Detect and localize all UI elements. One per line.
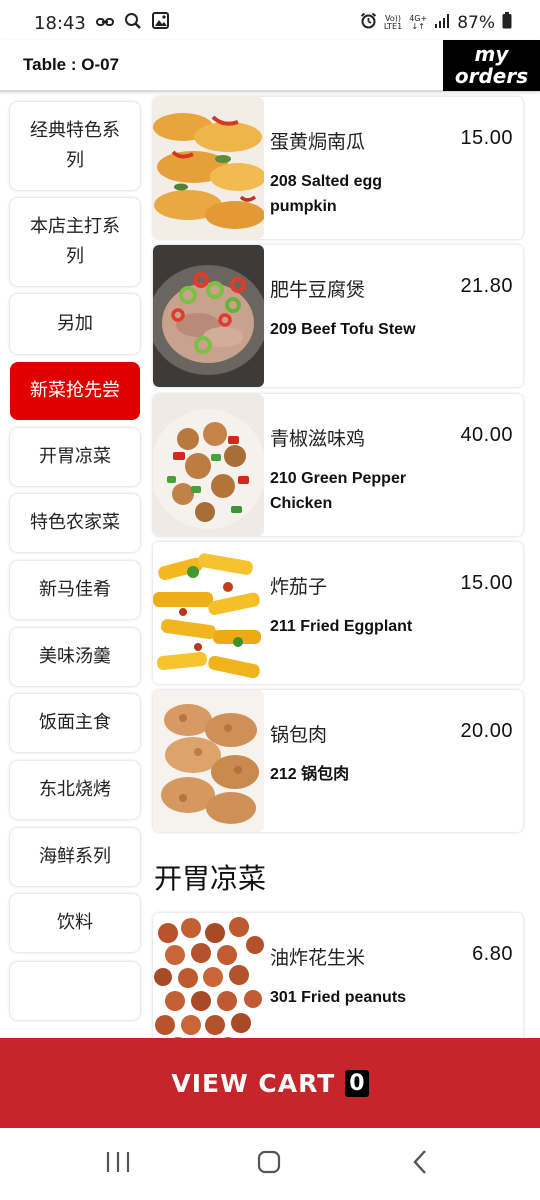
category-signature[interactable]: 本店主打系列 xyxy=(10,198,140,286)
fried-eggplant-photo xyxy=(153,542,264,684)
category-farmhouse[interactable]: 特色农家菜 xyxy=(10,494,140,552)
category-label: 新马佳肴 xyxy=(39,579,111,600)
network-indicator: 4G+ ↓↑ xyxy=(409,15,427,31)
menu-list[interactable]: 蛋黄焗南瓜 15.00 208 Salted egg pumpkin 肥牛豆腐煲… xyxy=(150,92,540,1038)
menu-item-card[interactable]: 锅包肉 20.00 212 锅包肉 xyxy=(153,690,523,832)
category-soups[interactable]: 美味汤羹 xyxy=(10,628,140,686)
dish-price: 21.80 xyxy=(460,275,513,297)
dish-name-en: 301 Fried peanuts xyxy=(270,989,407,1006)
category-classic[interactable]: 经典特色系列 xyxy=(10,102,140,190)
category-label: 经典特色系列 xyxy=(30,120,120,171)
dish-price: 15.00 xyxy=(460,127,513,149)
dish-name-cn: 锅包肉 xyxy=(270,724,328,746)
category-drinks[interactable]: 饮料 xyxy=(10,894,140,952)
battery-icon xyxy=(502,12,512,34)
dish-name-cn: 炸茄子 xyxy=(270,576,328,598)
dish-name-en: 210 Green Pepper Chicken xyxy=(270,470,407,512)
category-more[interactable] xyxy=(10,962,140,1020)
menu-item-card[interactable]: 炸茄子 15.00 211 Fried Eggplant xyxy=(153,542,523,684)
home-button[interactable] xyxy=(239,1146,299,1182)
header-bar: Table : O-07 my orders xyxy=(0,40,540,92)
home-icon xyxy=(257,1150,281,1178)
dish-name-en: 209 Beef Tofu Stew xyxy=(270,321,416,338)
category-label: 海鲜系列 xyxy=(39,846,111,867)
menu-item-card[interactable]: 肥牛豆腐煲 21.80 209 Beef Tofu Stew xyxy=(153,245,523,387)
category-label: 东北烧烤 xyxy=(39,779,111,800)
category-seafood[interactable]: 海鲜系列 xyxy=(10,828,140,886)
dish-price: 20.00 xyxy=(460,720,513,742)
category-new-dishes[interactable]: 新菜抢先尝 xyxy=(10,362,140,420)
dish-price: 15.00 xyxy=(460,572,513,594)
network-bottom: ↓↑ xyxy=(411,22,425,31)
view-cart-label: VIEW CART xyxy=(171,1068,336,1098)
my-orders-button[interactable]: my orders xyxy=(443,40,540,91)
dish-price: 6.80 xyxy=(472,943,513,965)
menu-item-card[interactable]: 青椒滋味鸡 40.00 210 Green Pepper Chicken xyxy=(153,394,523,536)
category-label: 饭面主食 xyxy=(39,712,111,733)
menu-item-card[interactable]: 蛋黄焗南瓜 15.00 208 Salted egg pumpkin xyxy=(153,97,523,239)
dish-name-cn: 油炸花生米 xyxy=(270,947,366,969)
system-nav-bar xyxy=(0,1128,540,1200)
signal-icon xyxy=(434,13,450,33)
my-orders-line1: my xyxy=(474,42,509,66)
dish-name-en: 212 锅包肉 xyxy=(270,766,350,783)
dish-name-cn: 青椒滋味鸡 xyxy=(270,428,366,450)
status-time: 18:43 xyxy=(34,12,86,34)
dish-name-cn: 蛋黄焗南瓜 xyxy=(270,131,366,153)
green-pepper-chicken-photo xyxy=(153,394,264,536)
link-icon xyxy=(95,13,114,33)
gallery-icon xyxy=(151,12,169,34)
category-extra[interactable]: 另加 xyxy=(10,294,140,354)
back-icon xyxy=(411,1149,429,1179)
my-orders-line2: orders xyxy=(454,64,529,88)
category-rice-noodles[interactable]: 饭面主食 xyxy=(10,694,140,752)
menu-item-card[interactable]: 油炸花生米 6.80 301 Fried peanuts xyxy=(153,913,523,1038)
battery-percent: 87% xyxy=(457,13,495,33)
category-sidebar[interactable]: 经典特色系列 本店主打系列 另加 新菜抢先尝 开胃凉菜 特色农家菜 新马佳肴 美… xyxy=(0,92,150,1038)
category-appetizers[interactable]: 开胃凉菜 xyxy=(10,428,140,486)
section-title: 开胃凉菜 xyxy=(154,862,267,895)
category-label: 特色农家菜 xyxy=(30,512,120,533)
alarm-icon xyxy=(360,12,377,34)
dish-price: 40.00 xyxy=(460,424,513,446)
fried-peanuts-photo xyxy=(153,913,264,1038)
category-label: 饮料 xyxy=(57,912,93,933)
cart-count-badge: 0 xyxy=(345,1069,369,1097)
beef-tofu-stew-photo xyxy=(153,245,264,387)
category-label: 新菜抢先尝 xyxy=(30,380,120,401)
table-number: Table : O-07 xyxy=(23,55,120,74)
recent-apps-icon xyxy=(105,1150,131,1178)
volte-indicator: Vo)) LTE1 xyxy=(384,15,402,31)
category-label: 开胃凉菜 xyxy=(39,446,111,467)
category-label: 美味汤羹 xyxy=(39,646,111,667)
dish-name-en: 211 Fried Eggplant xyxy=(270,618,413,635)
search-status-icon xyxy=(124,12,142,35)
volte-bottom: LTE1 xyxy=(383,22,403,31)
dish-name-en: 208 Salted egg pumpkin xyxy=(270,173,383,215)
recent-apps-button[interactable] xyxy=(88,1146,148,1182)
category-label: 本店主打系列 xyxy=(30,216,120,267)
app-screen: 18:43 Vo)) LTE1 4G+ ↓↑ 87% Table: O-07 … xyxy=(0,0,540,1200)
category-label: 另加 xyxy=(57,313,93,334)
category-malaysian[interactable]: 新马佳肴 xyxy=(10,561,140,619)
back-button[interactable] xyxy=(390,1146,450,1182)
dish-name-cn: 肥牛豆腐煲 xyxy=(270,279,366,301)
guo-bao-rou-photo xyxy=(153,690,264,832)
view-cart-button[interactable]: VIEW CART 0 xyxy=(0,1038,540,1128)
category-bbq[interactable]: 东北烧烤 xyxy=(10,761,140,819)
salted-egg-pumpkin-photo xyxy=(153,97,264,239)
